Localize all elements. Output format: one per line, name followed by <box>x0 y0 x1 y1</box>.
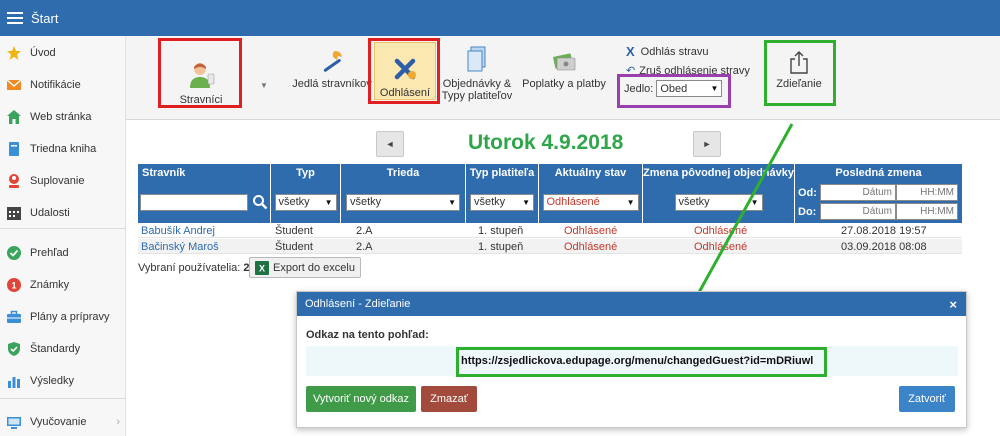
share-dialog: Odhlásení - Zdieľanie × Odkaz na tento p… <box>296 291 967 428</box>
dialog-header: Odhlásení - Zdieľanie × <box>297 292 966 316</box>
link-label: Odkaz na tento pohľad: <box>306 329 429 341</box>
close-icon[interactable]: × <box>949 297 957 312</box>
delete-button[interactable]: Zmazať <box>421 386 477 412</box>
highlight-link <box>456 347 827 377</box>
close-button[interactable]: Zatvoriť <box>899 386 955 412</box>
dialog-title: Odhlásení - Zdieľanie <box>305 298 411 310</box>
create-new-link-button[interactable]: Vytvoriť nový odkaz <box>306 386 416 412</box>
